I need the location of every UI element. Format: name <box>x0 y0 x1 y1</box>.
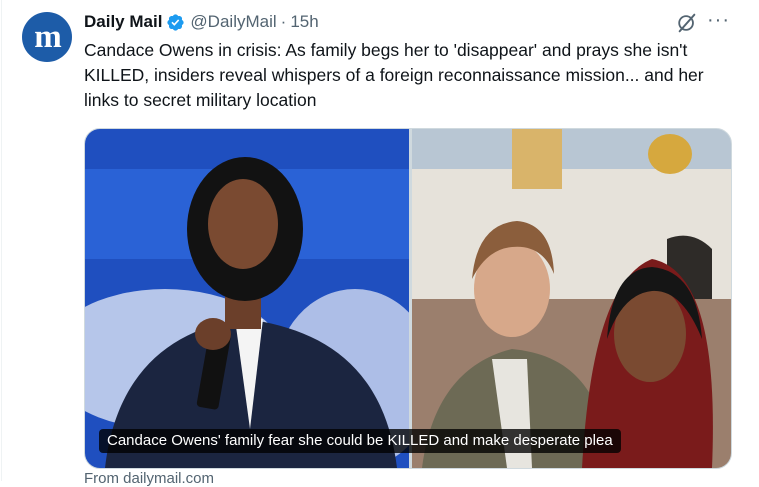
more-options-icon[interactable]: ··· <box>707 10 730 30</box>
author-name[interactable]: Daily Mail <box>84 12 162 32</box>
media-caption: Candace Owens' family fear she could be … <box>99 429 621 453</box>
grok-icon[interactable] <box>676 12 698 34</box>
tweet-media[interactable]: Candace Owens' family fear she could be … <box>84 128 732 469</box>
author-avatar[interactable]: m <box>22 12 72 62</box>
link-source[interactable]: From dailymail.com <box>84 470 214 487</box>
tweet-timestamp[interactable]: 15h <box>290 12 318 32</box>
timeline-border <box>1 0 2 481</box>
verified-badge-icon[interactable] <box>166 13 185 32</box>
tweet-text: Candace Owens in crisis: As family begs … <box>84 38 724 113</box>
photo-candace-speaking[interactable] <box>85 129 409 468</box>
tweet-header: Daily Mail @DailyMail · 15h <box>84 10 319 34</box>
author-handle[interactable]: @DailyMail <box>190 12 276 32</box>
photo-candace-selfie[interactable] <box>412 129 731 468</box>
separator-dot: · <box>281 12 287 32</box>
